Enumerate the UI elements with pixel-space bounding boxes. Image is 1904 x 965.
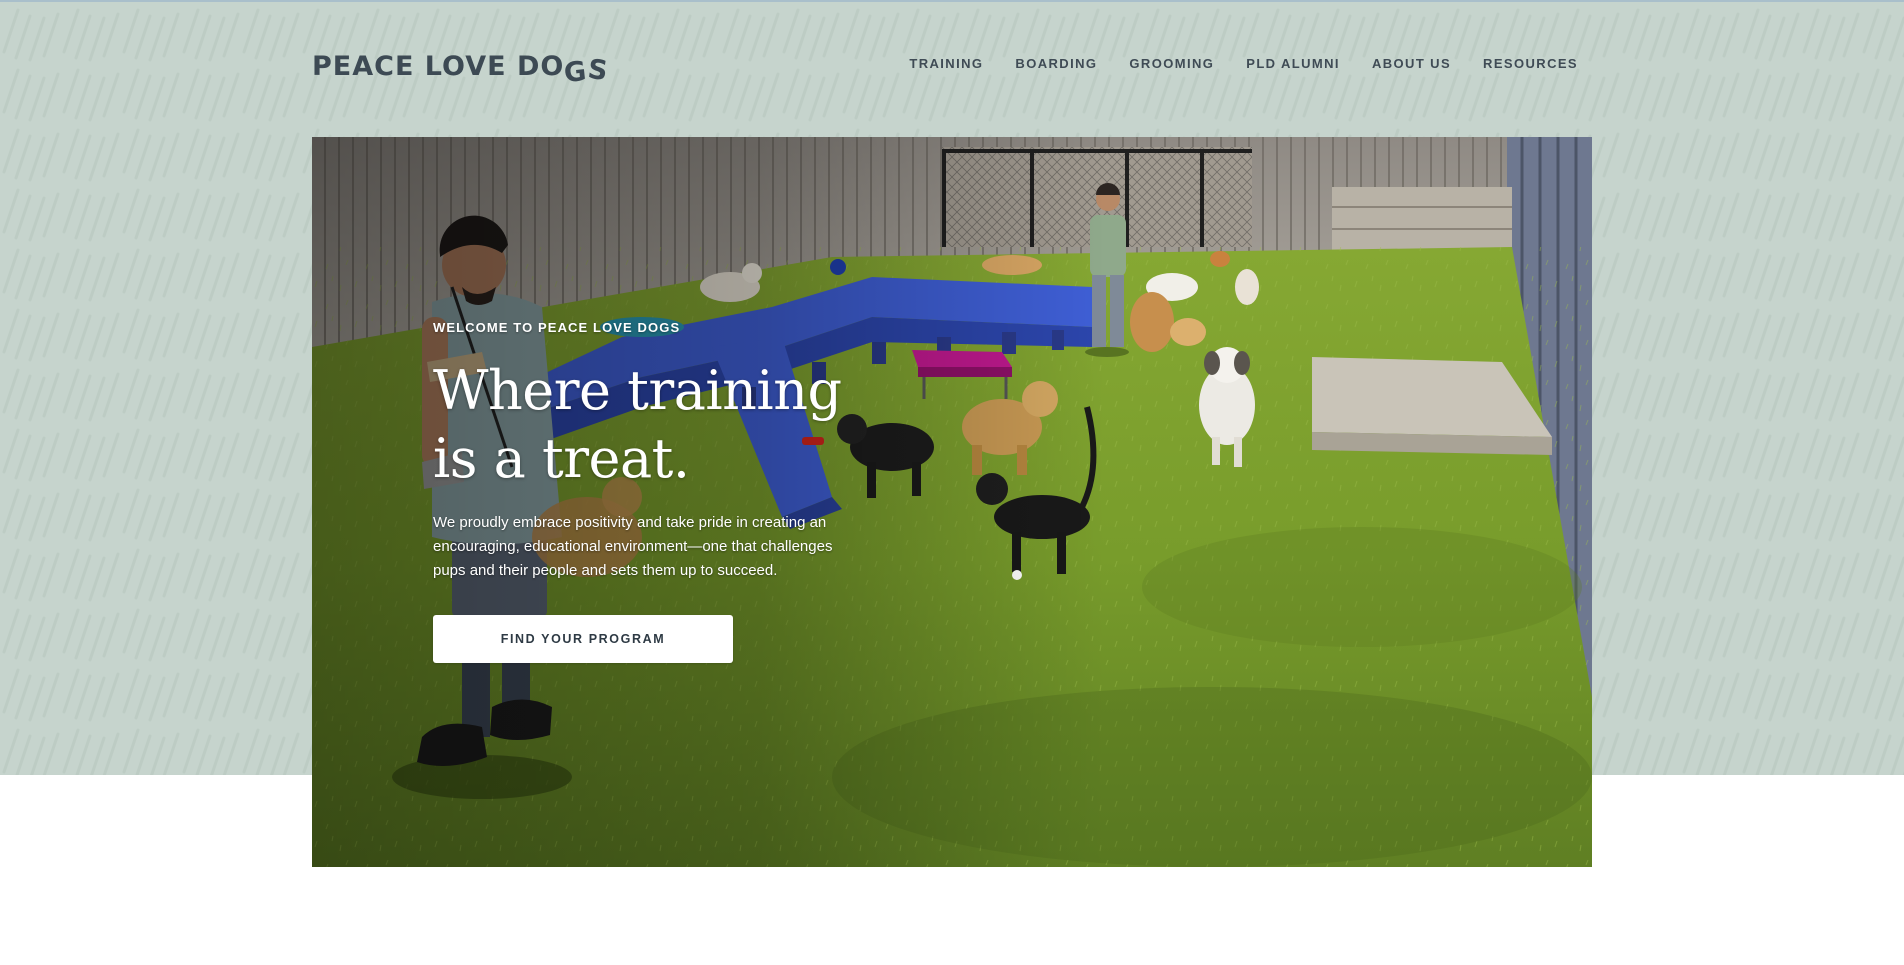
hero-eyebrow: WELCOME TO PEACE LOVE DOGS (433, 320, 681, 335)
site-logo[interactable]: PEACE LOVE DO G S (312, 46, 610, 89)
nav-training[interactable]: TRAINING (909, 56, 983, 71)
page: PEACE LOVE DO G S TRAINING BOARDING GROOMI… (0, 0, 1904, 965)
logo-letter-s: S (585, 53, 611, 88)
logo-text: PEACE LOVE DO (312, 51, 565, 82)
nav-grooming[interactable]: GROOMING (1129, 56, 1214, 71)
hero-headline: Where training is a treat. (433, 357, 853, 493)
hero-intro-text: We proudly embrace positivity and take p… (433, 514, 833, 579)
site-header: PEACE LOVE DO G S TRAINING BOARDING GROOMI… (312, 40, 1592, 90)
nav-boarding[interactable]: BOARDING (1015, 56, 1097, 71)
hero-headline-line-1: Where training (433, 359, 842, 422)
main-nav: TRAINING BOARDING GROOMING PLD ALUMNI AB… (877, 56, 1578, 71)
find-your-program-button[interactable]: FIND YOUR PROGRAM (433, 615, 733, 663)
hero-headline-line-2: is a treat. (433, 427, 690, 490)
hero-content: WELCOME TO PEACE LOVE DOGS Where trainin… (433, 320, 853, 663)
nav-pld-alumni[interactable]: PLD ALUMNI (1246, 56, 1340, 71)
nav-about-us[interactable]: ABOUT US (1372, 56, 1451, 71)
nav-resources[interactable]: RESOURCES (1483, 56, 1578, 71)
hero-section: WELCOME TO PEACE LOVE DOGS Where trainin… (312, 137, 1592, 867)
